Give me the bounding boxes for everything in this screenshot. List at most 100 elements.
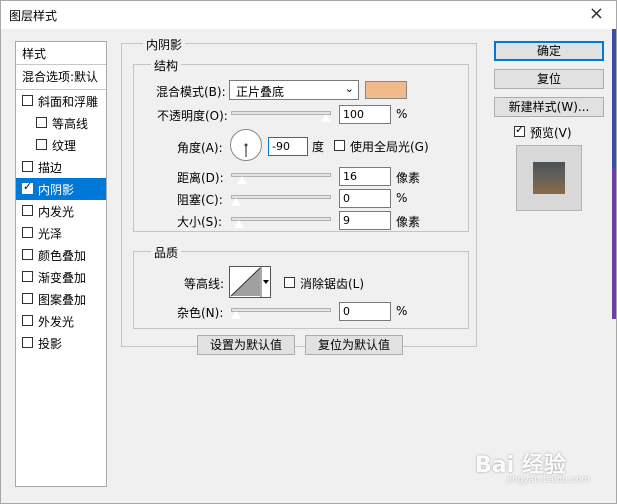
style-item-label: 颜色叠加 — [38, 249, 87, 263]
blend-mode-value: 正片叠底 — [236, 85, 285, 99]
noise-slider-track[interactable] — [231, 308, 331, 312]
noise-unit: % — [396, 304, 408, 318]
distance-input[interactable]: 16 — [339, 167, 391, 186]
blend-options-label: 混合选项:默认 — [22, 70, 99, 84]
edge-strip — [612, 29, 616, 169]
noise-input[interactable]: 0 — [339, 302, 391, 321]
style-item-checkbox[interactable] — [22, 180, 33, 194]
style-item-checkbox[interactable] — [36, 117, 47, 128]
style-item[interactable]: 图案叠加 — [16, 288, 106, 310]
style-item[interactable]: 颜色叠加 — [16, 244, 106, 266]
style-list-header-label: 样式 — [22, 47, 47, 61]
style-item[interactable]: 外发光 — [16, 310, 106, 332]
reset-button[interactable]: 复位 — [494, 69, 604, 89]
window-title: 图层样式 — [9, 9, 58, 23]
style-item[interactable]: 描边 — [16, 156, 106, 178]
style-item-checkbox[interactable] — [22, 315, 33, 326]
preview-label: 预览(V) — [530, 126, 572, 140]
angle-unit: 度 — [312, 140, 325, 154]
style-item-label: 等高线 — [52, 117, 89, 131]
size-slider-track[interactable] — [231, 217, 331, 221]
distance-unit: 像素 — [396, 171, 421, 185]
opacity-label: 不透明度(O): — [157, 109, 228, 123]
style-item-label: 内发光 — [38, 205, 75, 219]
title-bar: 图层样式 × — [1, 1, 616, 29]
size-slider-thumb[interactable] — [233, 219, 246, 229]
style-item[interactable]: 内阴影 — [16, 178, 106, 200]
noise-slider-thumb[interactable] — [230, 310, 242, 320]
style-item[interactable]: 斜面和浮雕 — [16, 90, 106, 112]
style-item-checkbox[interactable] — [36, 139, 47, 150]
preview-checkbox[interactable] — [514, 123, 525, 137]
choke-input[interactable]: 0 — [339, 189, 391, 208]
inner-shadow-title: 内阴影 — [143, 36, 186, 53]
style-item-label: 渐变叠加 — [38, 271, 87, 285]
shadow-color-swatch[interactable] — [365, 81, 407, 99]
style-preview — [516, 145, 582, 211]
angle-label: 角度(A): — [177, 141, 223, 155]
opacity-slider-track[interactable] — [231, 111, 331, 115]
style-item-label: 外发光 — [38, 315, 75, 329]
make-default-button[interactable]: 设置为默认值 — [197, 335, 295, 355]
style-item-checkbox[interactable] — [22, 337, 33, 348]
style-item-checkbox[interactable] — [22, 95, 33, 106]
size-unit: 像素 — [396, 215, 421, 229]
choke-slider-track[interactable] — [231, 195, 331, 199]
close-icon[interactable]: × — [589, 3, 604, 25]
global-light-checkbox[interactable] — [334, 140, 345, 151]
style-item-label: 图案叠加 — [38, 293, 87, 307]
choke-slider-thumb[interactable] — [230, 197, 242, 207]
size-input[interactable]: 9 — [339, 211, 391, 230]
size-label: 大小(S): — [177, 215, 223, 229]
style-item[interactable]: 渐变叠加 — [16, 266, 106, 288]
contour-picker[interactable] — [229, 266, 271, 298]
angle-input[interactable]: -90 — [268, 137, 308, 156]
watermark-url: jingyan.baidu.com — [507, 475, 591, 485]
layer-style-dialog: 图层样式 × 样式 混合选项:默认 斜面和浮雕等高线纹理描边内阴影内发光光泽颜色… — [0, 0, 617, 504]
contour-label: 等高线: — [184, 277, 225, 291]
structure-title: 结构 — [151, 57, 182, 74]
reset-default-button[interactable]: 复位为默认值 — [305, 335, 403, 355]
blend-mode-select[interactable]: 正片叠底 ⌄ — [229, 80, 359, 100]
style-item[interactable]: 投影 — [16, 332, 106, 354]
global-light-label: 使用全局光(G) — [350, 140, 429, 154]
style-list-header[interactable]: 样式 — [16, 42, 106, 65]
style-item[interactable]: 内发光 — [16, 200, 106, 222]
style-item-label: 投影 — [38, 337, 63, 351]
preview-swatch — [533, 162, 565, 194]
new-style-button[interactable]: 新建样式(W)... — [494, 97, 604, 117]
opacity-slider-thumb[interactable] — [320, 113, 332, 123]
choke-unit: % — [396, 191, 408, 205]
angle-needle-icon — [244, 143, 248, 157]
style-item-checkbox[interactable] — [22, 161, 33, 172]
angle-dial[interactable] — [230, 129, 262, 161]
style-item-label: 纹理 — [52, 139, 77, 153]
style-item-label: 内阴影 — [38, 183, 75, 197]
ok-button[interactable]: 确定 — [494, 41, 604, 61]
noise-label: 杂色(N): — [177, 306, 224, 320]
antialias-checkbox[interactable] — [284, 277, 295, 288]
style-item-checkbox[interactable] — [22, 227, 33, 238]
style-item-checkbox[interactable] — [22, 205, 33, 216]
chevron-down-icon: ⌄ — [344, 82, 354, 95]
distance-label: 距离(D): — [177, 171, 224, 185]
blend-mode-label: 混合模式(B): — [156, 85, 226, 99]
style-item-label: 描边 — [38, 161, 63, 175]
blend-options-item[interactable]: 混合选项:默认 — [16, 65, 106, 90]
choke-label: 阻塞(C): — [177, 193, 223, 207]
style-item-checkbox[interactable] — [22, 249, 33, 260]
style-item-label: 斜面和浮雕 — [38, 95, 99, 109]
style-item[interactable]: 等高线 — [16, 112, 106, 134]
style-item-checkbox[interactable] — [22, 271, 33, 282]
style-item[interactable]: 纹理 — [16, 134, 106, 156]
style-item-label: 光泽 — [38, 227, 63, 241]
style-list: 样式 混合选项:默认 斜面和浮雕等高线纹理描边内阴影内发光光泽颜色叠加渐变叠加图… — [15, 41, 107, 487]
style-item-checkbox[interactable] — [22, 293, 33, 304]
edge-strip — [612, 169, 616, 319]
opacity-input[interactable]: 100 — [339, 105, 391, 124]
opacity-unit: % — [396, 107, 408, 121]
contour-curve-icon — [230, 267, 269, 297]
antialias-label: 消除锯齿(L) — [300, 277, 365, 291]
distance-slider-thumb[interactable] — [235, 175, 248, 185]
style-item[interactable]: 光泽 — [16, 222, 106, 244]
